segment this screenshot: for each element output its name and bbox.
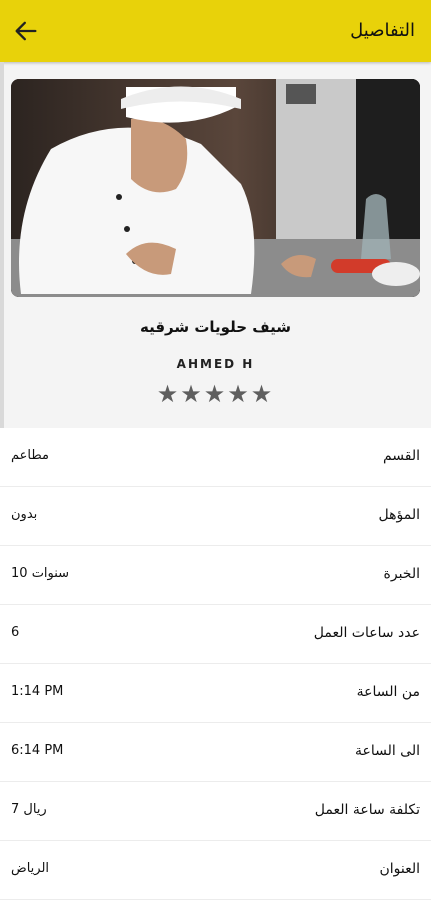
- detail-row-section: القسم مطاعم: [0, 428, 431, 487]
- detail-label: المؤهل: [378, 507, 420, 523]
- detail-value: 6:14 PM: [11, 743, 64, 758]
- detail-label: الخبرة: [383, 566, 420, 582]
- rating-stars: ★★★★★: [156, 380, 275, 408]
- details-list: القسم مطاعم المؤهل بدون الخبرة 10 سنوات …: [0, 428, 431, 900]
- detail-value: 6: [11, 625, 20, 640]
- detail-label: تكلفة ساعة العمل: [314, 802, 420, 818]
- detail-row-qualification: المؤهل بدون: [0, 487, 431, 546]
- detail-label: عدد ساعات العمل: [313, 625, 420, 641]
- detail-value: بدون: [11, 507, 38, 522]
- app-bar: التفاصيل: [0, 0, 431, 62]
- detail-row-work-hours: عدد ساعات العمل 6: [0, 605, 431, 664]
- detail-label: العنوان: [379, 861, 420, 877]
- detail-row-address: العنوان الرياض: [0, 841, 431, 900]
- detail-label: من الساعة: [356, 684, 420, 700]
- detail-label: الى الساعة: [354, 743, 420, 759]
- arrow-left-icon[interactable]: [12, 17, 40, 45]
- detail-row-to-time: الى الساعة 6:14 PM: [0, 723, 431, 782]
- detail-row-from-time: من الساعة 1:14 PM: [0, 664, 431, 723]
- detail-value: 1:14 PM: [11, 684, 64, 699]
- detail-row-experience: الخبرة 10 سنوات: [0, 546, 431, 605]
- chef-name: AHMED H: [176, 357, 255, 371]
- detail-value: 10 سنوات: [11, 566, 70, 581]
- detail-value: الرياض: [11, 861, 50, 876]
- detail-value: مطاعم: [11, 448, 49, 463]
- page-title: التفاصيل: [350, 20, 415, 41]
- chef-photo: [11, 79, 420, 297]
- detail-label: القسم: [382, 448, 420, 464]
- chef-title: شيف حلويات شرقيه: [140, 318, 291, 336]
- detail-row-hourly-cost: تكلفة ساعة العمل 7 ريال: [0, 782, 431, 841]
- detail-value: 7 ريال: [11, 802, 47, 817]
